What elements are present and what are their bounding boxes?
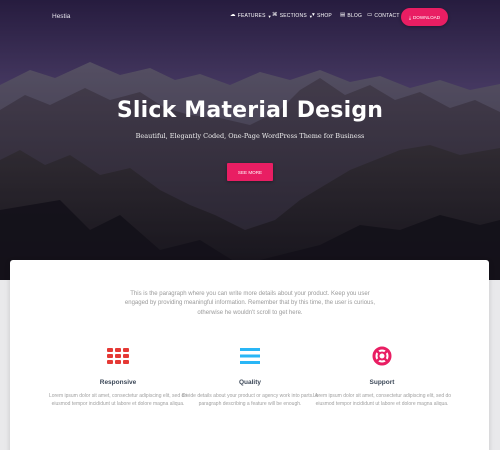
grid-icon: ☁ [230, 12, 236, 19]
download-button[interactable]: ⤓ DOWNLOAD [401, 8, 448, 26]
cart-icon: ▾ [312, 12, 315, 19]
feature-description: Divide details about your product or age… [182, 393, 318, 407]
hero-section: Hestia ☁ FEATURES ▼ ⌘ SECTIONS ▼ ▾ SHOP … [0, 0, 500, 280]
document-icon: ▤ [340, 12, 346, 19]
nav-item-label: SECTIONS [279, 13, 307, 19]
feature-quality: Quality Divide details about your produc… [180, 345, 320, 408]
hero-subtitle: Beautiful, Elegantly Coded, One-Page Wor… [135, 132, 365, 140]
intro-paragraph: This is the paragraph where you can writ… [124, 291, 376, 316]
hero-overlay [0, 0, 500, 280]
menu-lines-icon [240, 348, 260, 364]
grid-apps-icon [107, 348, 129, 364]
download-button-label: DOWNLOAD [412, 14, 441, 20]
nav-item-blog[interactable]: ▤ BLOG [340, 13, 362, 19]
top-navbar: Hestia ☁ FEATURES ▼ ⌘ SECTIONS ▼ ▾ SHOP … [0, 0, 500, 36]
nav-item-features[interactable]: ☁ FEATURES ▼ [230, 13, 272, 19]
book-icon: ⌘ [272, 12, 278, 19]
lifebuoy-icon [372, 346, 392, 366]
see-more-button[interactable]: SEE MORE [227, 163, 273, 181]
nav-item-shop[interactable]: ▾ SHOP [312, 13, 332, 19]
feature-title: Responsive [99, 379, 137, 386]
hero-title: Slick Material Design [116, 98, 384, 123]
chat-icon: ▭ [367, 12, 373, 19]
nav-item-label: CONTACT [374, 13, 400, 19]
feature-title: Support [369, 379, 395, 386]
feature-support: Support Lorem ipsum dolor sit amet, cons… [312, 345, 452, 408]
nav-item-contact[interactable]: ▭ CONTACT [367, 13, 400, 19]
feature-description: Lorem ipsum dolor sit amet, consectetur … [312, 393, 452, 407]
download-icon: ⤓ [408, 14, 411, 20]
nav-item-label: BLOG [347, 13, 363, 19]
feature-title: Quality [238, 379, 262, 386]
nav-item-label: FEATURES [237, 13, 266, 19]
nav-item-sections[interactable]: ⌘ SECTIONS ▼ [272, 13, 313, 19]
feature-description: Lorem ipsum dolor sit amet, consectetur … [48, 393, 188, 407]
nav-item-label: SHOP [316, 13, 332, 19]
feature-responsive: Responsive Lorem ipsum dolor sit amet, c… [48, 345, 188, 408]
brand-logo[interactable]: Hestia [52, 13, 70, 20]
